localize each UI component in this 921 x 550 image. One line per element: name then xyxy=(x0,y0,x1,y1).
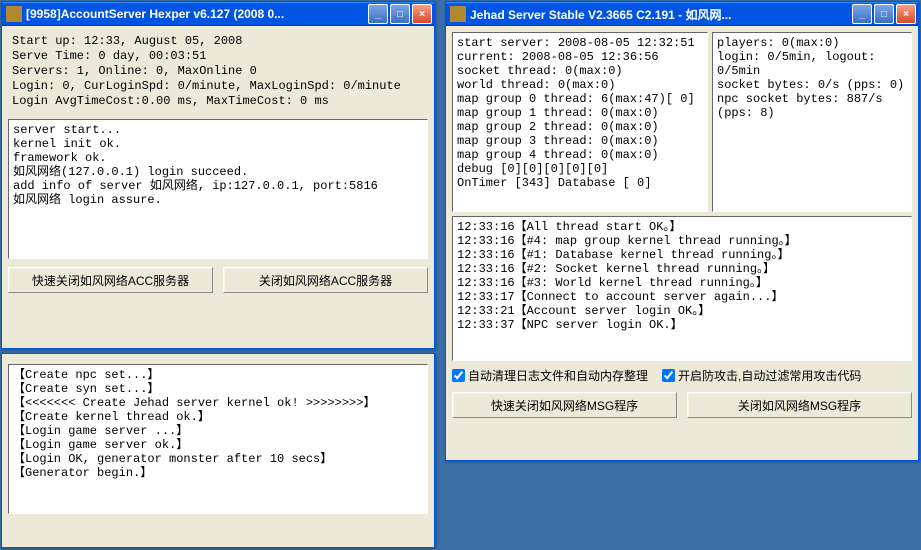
close-msg-button[interactable]: 关闭如风网络MSG程序 xyxy=(687,392,912,418)
stat-line: socket bytes: 0/s (pps: 0) xyxy=(717,78,907,92)
log-textbox[interactable]: 【Create npc set...】 【Create syn set...】 … xyxy=(8,364,428,514)
log-line: 12:33:16【#3: World kernel thread running… xyxy=(457,276,907,290)
app-icon xyxy=(450,6,466,22)
log-line: 12:33:21【Account server login OK。】 xyxy=(457,304,907,318)
window-title: [9958]AccountServer Hexper v6.127 (2008 … xyxy=(26,7,368,21)
log-line: 如风网络(127.0.0.1) login succeed. xyxy=(13,165,423,179)
anti-attack-checkbox[interactable]: 开启防攻击,自动过滤常用攻击代码 xyxy=(662,367,861,384)
log-line: 【Create syn set...】 xyxy=(13,382,423,396)
stat-line: map group 2 thread: 0(max:0) xyxy=(457,120,703,134)
stat-line: world thread: 0(max:0) xyxy=(457,78,703,92)
titlebar[interactable]: Jehad Server Stable V2.3665 C2.191 - 如风网… xyxy=(446,2,918,26)
account-server-window: [9958]AccountServer Hexper v6.127 (2008 … xyxy=(1,1,435,349)
log-line: 【Create kernel thread ok.】 xyxy=(13,410,423,424)
stat-line: login: 0/5min, logout: 0/5min xyxy=(717,50,907,78)
minimize-button[interactable]: _ xyxy=(368,4,388,24)
close-button[interactable]: × xyxy=(896,4,916,24)
fast-close-acc-button[interactable]: 快速关闭如风网络ACC服务器 xyxy=(8,267,213,293)
log-line: 【Create npc set...】 xyxy=(13,368,423,382)
stat-line: map group 3 thread: 0(max:0) xyxy=(457,134,703,148)
anti-attack-input[interactable] xyxy=(662,369,675,382)
timecost-line: Login AvgTimeCost:0.00 ms, MaxTimeCost: … xyxy=(12,94,424,109)
log-line: 【Login game server ...】 xyxy=(13,424,423,438)
window-title: Jehad Server Stable V2.3665 C2.191 - 如风网… xyxy=(470,6,852,23)
stat-line: map group 4 thread: 0(max:0) xyxy=(457,148,703,162)
log-line: 12:33:16【#4: map group kernel thread run… xyxy=(457,234,907,248)
stat-line: map group 0 thread: 6(max:47)[ 0] xyxy=(457,92,703,106)
log-line: kernel init ok. xyxy=(13,137,423,151)
log-line: 【Login OK, generator monster after 10 se… xyxy=(13,452,423,466)
stat-line: current: 2008-08-05 12:36:56 xyxy=(457,50,703,64)
fast-close-msg-button[interactable]: 快速关闭如风网络MSG程序 xyxy=(452,392,677,418)
minimize-button[interactable]: _ xyxy=(852,4,872,24)
server-info-panel: Start up: 12:33, August 05, 2008 Serve T… xyxy=(8,32,428,111)
log-line: 12:33:16【All thread start OK。】 xyxy=(457,220,907,234)
stat-line: debug [0][0][0][0][0] xyxy=(457,162,703,176)
stat-line: map group 1 thread: 0(max:0) xyxy=(457,106,703,120)
auto-clean-label: 自动清理日志文件和自动内存整理 xyxy=(468,367,648,384)
log-line: 【Login game server ok.】 xyxy=(13,438,423,452)
stat-line: players: 0(max:0) xyxy=(717,36,907,50)
titlebar[interactable]: [9958]AccountServer Hexper v6.127 (2008 … xyxy=(2,2,434,26)
close-button[interactable]: × xyxy=(412,4,432,24)
right-stats-panel: players: 0(max:0) login: 0/5min, logout:… xyxy=(712,32,912,212)
log-line: 12:33:37【NPC server login OK.】 xyxy=(457,318,907,332)
stat-line: npc socket bytes: 887/s (pps: 8) xyxy=(717,92,907,120)
log-textbox[interactable]: 12:33:16【All thread start OK。】 12:33:16【… xyxy=(452,216,912,361)
maximize-button[interactable]: □ xyxy=(874,4,894,24)
maximize-button[interactable]: □ xyxy=(390,4,410,24)
log-textbox[interactable]: server start... kernel init ok. framewor… xyxy=(8,119,428,259)
auto-clean-checkbox[interactable]: 自动清理日志文件和自动内存整理 xyxy=(452,367,648,384)
log-line: 12:33:16【#2: Socket kernel thread runnin… xyxy=(457,262,907,276)
stat-line: socket thread: 0(max:0) xyxy=(457,64,703,78)
app-icon xyxy=(6,6,22,22)
auto-clean-input[interactable] xyxy=(452,369,465,382)
npc-server-window: 【Create npc set...】 【Create syn set...】 … xyxy=(1,353,435,548)
log-line: server start... xyxy=(13,123,423,137)
jehad-server-window: Jehad Server Stable V2.3665 C2.191 - 如风网… xyxy=(445,1,919,461)
log-line: 12:33:16【#1: Database kernel thread runn… xyxy=(457,248,907,262)
left-stats-panel: start server: 2008-08-05 12:32:51 curren… xyxy=(452,32,708,212)
log-line: add info of server 如风网络, ip:127.0.0.1, p… xyxy=(13,179,423,193)
close-acc-button[interactable]: 关闭如风网络ACC服务器 xyxy=(223,267,428,293)
log-line: 如风网络 login assure. xyxy=(13,193,423,207)
login-line: Login: 0, CurLoginSpd: 0/minute, MaxLogi… xyxy=(12,79,424,94)
log-line: 12:33:17【Connect to account server again… xyxy=(457,290,907,304)
servetime-line: Serve Time: 0 day, 00:03:51 xyxy=(12,49,424,64)
log-line: 【Generator begin.】 xyxy=(13,466,423,480)
log-line: framework ok. xyxy=(13,151,423,165)
stat-line: start server: 2008-08-05 12:32:51 xyxy=(457,36,703,50)
servers-line: Servers: 1, Online: 0, MaxOnline 0 xyxy=(12,64,424,79)
log-line: 【<<<<<<< Create Jehad server kernel ok! … xyxy=(13,396,423,410)
stat-line: OnTimer [343] Database [ 0] xyxy=(457,176,703,190)
startup-line: Start up: 12:33, August 05, 2008 xyxy=(12,34,424,49)
anti-attack-label: 开启防攻击,自动过滤常用攻击代码 xyxy=(678,367,861,384)
